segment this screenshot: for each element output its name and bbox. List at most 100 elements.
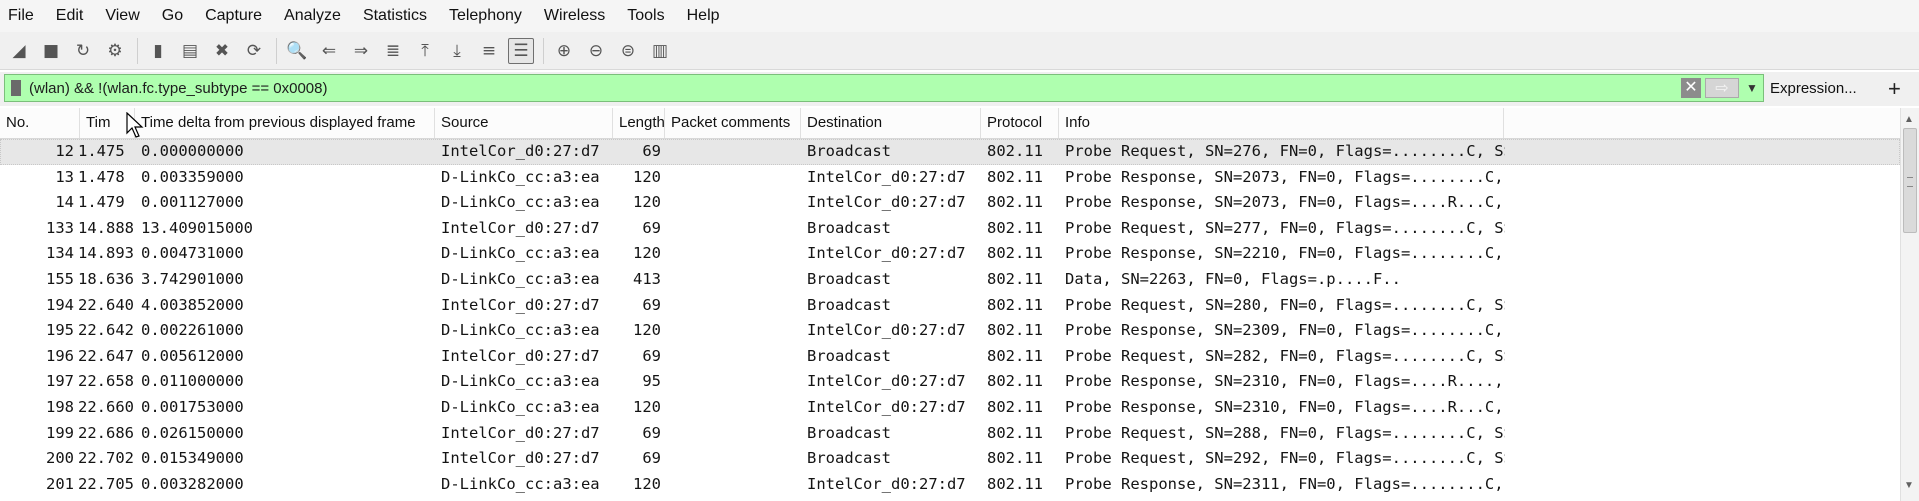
- packet-row[interactable]: 14 1.479 0.001127000 D-LinkCo_cc:a3:ea 120 In…: [0, 190, 1900, 216]
- bookmark-icon[interactable]: [11, 80, 21, 96]
- reload-file-icon[interactable]: ⟳: [241, 38, 267, 64]
- cell-time: 1.475: [78, 142, 125, 160]
- menu-wireless[interactable]: Wireless: [533, 0, 616, 32]
- packet-row[interactable]: 13 1.478 0.003359000 D-LinkCo_cc:a3:ea 120 In…: [0, 165, 1900, 191]
- menu-statistics[interactable]: Statistics: [352, 0, 438, 32]
- cell-protocol: 802.11: [987, 142, 1043, 160]
- menu-go[interactable]: Go: [151, 0, 194, 32]
- go-first-icon[interactable]: ⤒: [412, 38, 438, 64]
- menu-capture[interactable]: Capture: [194, 0, 273, 32]
- cell-source: D-LinkCo_cc:a3:ea: [441, 474, 600, 493]
- zoom-out-icon[interactable]: ⊖: [583, 38, 609, 64]
- find-packet-icon[interactable]: 🔍: [284, 38, 310, 64]
- apply-filter-icon[interactable]: ⇨: [1705, 78, 1739, 98]
- packet-row[interactable]: 195 22.642 0.002261000 D-LinkCo_cc:a3:ea 120…: [0, 318, 1900, 344]
- stop-capture-icon[interactable]: ■: [38, 38, 64, 64]
- cell-time: 1.478: [78, 167, 125, 186]
- menu-file[interactable]: File: [0, 0, 45, 32]
- cell-delta: 0.003359000: [141, 167, 244, 186]
- cell-destination: IntelCor_d0:27:d7: [807, 193, 966, 212]
- packet-row[interactable]: 134 14.893 0.004731000 D-LinkCo_cc:a3:ea 120…: [0, 241, 1900, 267]
- cell-no: 201: [46, 474, 74, 493]
- cell-length: 120: [633, 193, 661, 212]
- column-header-protocol[interactable]: Protocol: [981, 108, 1059, 138]
- cell-no: 13: [55, 167, 74, 186]
- normal-size-icon[interactable]: ⊜: [615, 38, 641, 64]
- cell-time: 18.636: [78, 269, 134, 288]
- packet-row[interactable]: 201 22.705 0.003282000 D-LinkCo_cc:a3:ea 120…: [0, 472, 1900, 498]
- cell-comments: [671, 318, 799, 344]
- cell-destination: IntelCor_d0:27:d7: [807, 167, 966, 186]
- cell-protocol: 802.11: [987, 346, 1043, 365]
- cell-time: 22.642: [78, 321, 134, 340]
- cell-time: 14.893: [78, 244, 134, 263]
- packet-row[interactable]: 198 22.660 0.001753000 D-LinkCo_cc:a3:ea 120…: [0, 395, 1900, 421]
- cell-delta: 4.003852000: [141, 295, 244, 314]
- cell-protocol: 802.11: [987, 167, 1043, 186]
- clear-filter-icon[interactable]: ✕: [1681, 78, 1701, 98]
- cell-comments: [671, 344, 799, 370]
- filter-history-dropdown-icon[interactable]: ▼: [1741, 78, 1763, 98]
- packet-row[interactable]: 196 22.647 0.005612000 IntelCor_d0:27:d7 69 B…: [0, 344, 1900, 370]
- column-header-comments[interactable]: Packet comments: [665, 108, 801, 138]
- display-filter-field[interactable]: ✕ ⇨ ▼: [4, 74, 1764, 102]
- menu-view[interactable]: View: [94, 0, 150, 32]
- packet-row[interactable]: 199 22.686 0.026150000 IntelCor_d0:27:d7 69 B…: [0, 421, 1900, 447]
- column-header-no[interactable]: No.: [0, 108, 80, 138]
- cell-no: 200: [46, 449, 74, 468]
- restart-capture-icon[interactable]: ↻: [70, 38, 96, 64]
- cell-delta: 0.003282000: [141, 474, 244, 493]
- go-forward-icon[interactable]: ⇒: [348, 38, 374, 64]
- cell-delta: 0.015349000: [141, 449, 244, 468]
- cell-comments: [671, 369, 799, 395]
- colorize-icon[interactable]: ☰: [508, 37, 534, 64]
- cell-length: 95: [642, 372, 661, 391]
- add-filter-button[interactable]: +: [1888, 76, 1901, 102]
- zoom-in-icon[interactable]: ⊕: [551, 38, 577, 64]
- go-last-icon[interactable]: ⤓: [444, 38, 470, 64]
- go-back-icon[interactable]: ⇐: [316, 38, 342, 64]
- packet-row[interactable]: 194 22.640 4.003852000 IntelCor_d0:27:d7 69 B…: [0, 293, 1900, 319]
- packet-row[interactable]: 133 14.888 13.409015000 IntelCor_d0:27:d7 69…: [0, 216, 1900, 242]
- auto-scroll-icon[interactable]: ≡: [476, 38, 502, 64]
- menu-edit[interactable]: Edit: [45, 0, 95, 32]
- column-header-destination[interactable]: Destination: [801, 108, 981, 138]
- scroll-up-icon[interactable]: ▲: [1904, 114, 1914, 125]
- menu-help[interactable]: Help: [676, 0, 731, 32]
- resize-columns-icon[interactable]: ▥: [647, 38, 673, 64]
- cell-source: D-LinkCo_cc:a3:ea: [441, 321, 600, 340]
- packet-row[interactable]: 155 18.636 3.742901000 D-LinkCo_cc:a3:ea 413…: [0, 267, 1900, 293]
- cell-comments: [671, 472, 799, 498]
- capture-options-icon[interactable]: ⚙: [102, 38, 128, 64]
- expression-button[interactable]: Expression...: [1770, 80, 1857, 97]
- packet-row[interactable]: 200 22.702 0.015349000 IntelCor_d0:27:d7 69 B…: [0, 446, 1900, 472]
- cell-info: Probe Request, SN=277, FN=0, Flags=.....…: [1065, 218, 1505, 237]
- cell-source: D-LinkCo_cc:a3:ea: [441, 372, 600, 391]
- cell-comments: [671, 165, 799, 191]
- packet-row[interactable]: 12 1.475 0.000000000 IntelCor_d0:27:d7 69 Bro…: [0, 139, 1900, 165]
- display-filter-bar: ✕ ⇨ ▼ Expression... +: [0, 72, 1919, 106]
- column-header-length[interactable]: Length: [613, 108, 665, 138]
- menu-telephony[interactable]: Telephony: [438, 0, 533, 32]
- cell-delta: 0.002261000: [141, 321, 244, 340]
- cell-length: 120: [633, 474, 661, 493]
- close-file-icon[interactable]: ✖: [209, 38, 235, 64]
- save-file-icon[interactable]: ▤: [177, 38, 203, 64]
- go-to-packet-icon[interactable]: ≣: [380, 38, 406, 64]
- display-filter-input[interactable]: [29, 79, 1681, 97]
- scroll-down-icon[interactable]: ▼: [1904, 480, 1914, 491]
- column-header-source[interactable]: Source: [435, 108, 613, 138]
- packet-row[interactable]: 197 22.658 0.011000000 D-LinkCo_cc:a3:ea 95 I…: [0, 369, 1900, 395]
- vertical-scrollbar[interactable]: ▲ ▼: [1900, 108, 1919, 501]
- open-file-icon[interactable]: ▮: [145, 38, 171, 64]
- menu-analyze[interactable]: Analyze: [273, 0, 352, 32]
- cell-length: 69: [642, 295, 661, 314]
- cell-protocol: 802.11: [987, 269, 1043, 288]
- column-header-delta[interactable]: Time delta from previous displayed frame: [135, 108, 435, 138]
- menu-tools[interactable]: Tools: [616, 0, 675, 32]
- cell-destination: IntelCor_d0:27:d7: [807, 321, 966, 340]
- scrollbar-thumb[interactable]: [1903, 128, 1917, 233]
- start-capture-icon[interactable]: ◢: [6, 38, 32, 64]
- cell-protocol: 802.11: [987, 193, 1043, 212]
- column-header-info[interactable]: Info: [1059, 108, 1504, 138]
